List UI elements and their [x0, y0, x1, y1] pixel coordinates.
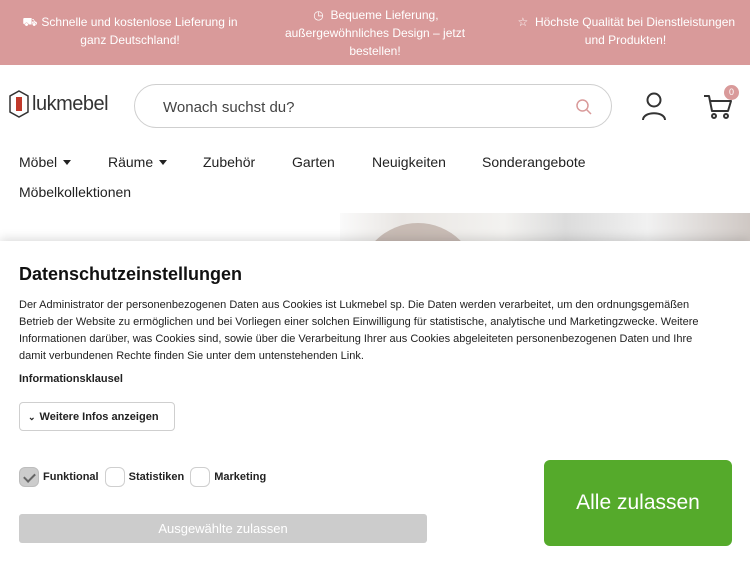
allow-all-button[interactable]: Alle zulassen [544, 460, 732, 546]
cookie-consent-dialog: Datenschutzeinstellungen Der Administrat… [0, 241, 750, 563]
nav-item-moebelkollektionen[interactable]: Möbelkollektionen [19, 184, 131, 200]
nav-item-garten[interactable]: Garten [292, 154, 335, 170]
more-info-label: Weitere Infos anzeigen [39, 410, 159, 423]
chevron-down-icon: ⌄ [28, 411, 36, 422]
checkbox-statistics[interactable] [104, 467, 125, 487]
information-clause-link[interactable]: Informationsklausel [19, 373, 123, 385]
promo-quality-text: Höchste Qualität bei Dienstleistungen un… [534, 15, 736, 47]
nav-item-zubehoer[interactable]: Zubehör [203, 154, 255, 170]
nav-item-label: Möbelkollektionen [19, 184, 132, 200]
nav-item-label: Zubehör [203, 154, 256, 170]
caret-down-icon [63, 159, 72, 165]
nav-item-label: Sonderangebote [482, 154, 586, 170]
hero-arch [358, 223, 478, 243]
search-bar [134, 84, 612, 128]
option-label: Statistiken [128, 471, 185, 483]
option-statistics[interactable]: Statistiken [104, 467, 185, 487]
more-info-button[interactable]: ⌄ Weitere Infos anzeigen [19, 402, 175, 431]
promo-quality: ☆ Höchste Qualität bei Dienstleistungen u… [508, 13, 743, 49]
hero-banner [0, 213, 750, 243]
site-header: lukmebel 0 [0, 65, 750, 147]
caret-down-icon [159, 159, 168, 165]
option-label: Marketing [214, 471, 267, 483]
nav-item-moebel[interactable]: Möbel [19, 154, 72, 170]
clock-icon: ◷ [313, 8, 324, 22]
search-input[interactable] [163, 96, 563, 118]
option-functional[interactable]: Funktional [19, 467, 99, 487]
cookie-description: Der Administrator der personenbezogenen … [19, 299, 699, 362]
nav-item-raeume[interactable]: Räume [108, 154, 168, 170]
option-marketing[interactable]: Marketing [190, 467, 266, 487]
user-icon[interactable] [641, 91, 667, 121]
nav-item-label: Garten [292, 154, 335, 170]
hero-image [340, 213, 750, 243]
cart-count-badge: 0 [724, 85, 739, 100]
cookie-title: Datenschutzeinstellungen [19, 264, 243, 284]
logo-text: lukmebel [32, 92, 109, 115]
star-icon: ☆ [517, 15, 529, 29]
promo-delivery-text: Schnelle und kostenlose Lieferung in gan… [41, 15, 238, 47]
checkbox-marketing[interactable] [190, 467, 211, 487]
logo-mark-icon [9, 90, 29, 118]
truck-icon: ⛟ [22, 15, 38, 29]
option-label: Funktional [43, 471, 99, 483]
cookie-options: Funktional Statistiken Marketing [19, 467, 272, 487]
promo-delivery: ⛟ Schnelle und kostenlose Lieferung in ga… [15, 13, 245, 49]
promo-convenient: ◷ Bequeme Lieferung, außergewöhnliches De… [275, 6, 475, 60]
nav-item-sonderangebote[interactable]: Sonderangebote [482, 154, 586, 170]
logo[interactable]: lukmebel [8, 89, 109, 119]
promo-bar: ⛟ Schnelle und kostenlose Lieferung in ga… [0, 0, 750, 65]
main-nav: Möbel Räume Zubehör Garten Neuigkeiten S… [0, 147, 750, 213]
nav-item-label: Möbel [19, 154, 58, 170]
checkbox-functional[interactable] [19, 467, 39, 487]
nav-item-neuigkeiten[interactable]: Neuigkeiten [372, 154, 446, 170]
nav-item-label: Räume [108, 154, 154, 170]
search-icon[interactable] [575, 98, 593, 116]
nav-item-label: Neuigkeiten [372, 154, 446, 170]
allow-selected-button[interactable]: Ausgewählte zulassen [19, 514, 427, 543]
